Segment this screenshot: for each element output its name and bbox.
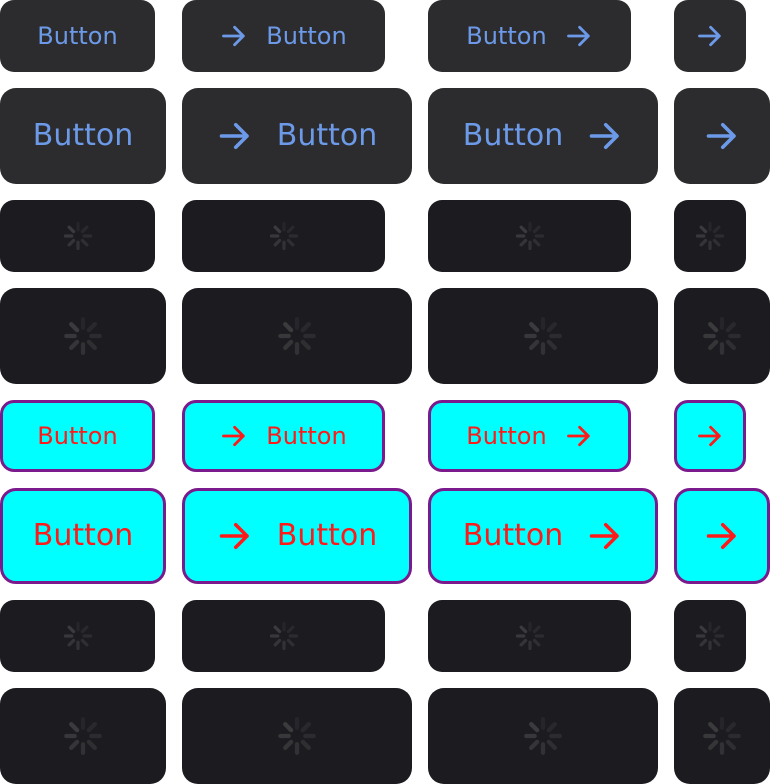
button-label: Button <box>466 22 547 50</box>
loading-large-text-button[interactable] <box>0 288 166 384</box>
loading-large-trailing-icon-button[interactable] <box>428 688 658 784</box>
activity-spinner-icon <box>702 716 742 756</box>
button-label: Button <box>462 118 564 153</box>
arrow-right-icon <box>696 22 724 50</box>
arrow-right-icon <box>565 422 593 450</box>
loading-small-text-button[interactable] <box>0 200 155 272</box>
button-label: Button <box>37 22 118 50</box>
filled-large-text-button[interactable]: Button <box>0 88 166 184</box>
button-label: Button <box>276 518 378 553</box>
activity-spinner-icon <box>695 621 725 651</box>
arrow-right-icon <box>220 22 248 50</box>
highlight-small-leading-icon-button[interactable]: Button <box>182 400 385 472</box>
activity-spinner-icon <box>277 716 317 756</box>
button-label: Button <box>37 422 118 450</box>
highlight-small-trailing-icon-button[interactable]: Button <box>428 400 631 472</box>
button-label: Button <box>32 118 134 153</box>
highlight-large-text-button[interactable]: Button <box>0 488 166 584</box>
loading-large-text-button[interactable] <box>0 688 166 784</box>
highlight-large-icon-only-button[interactable] <box>674 488 770 584</box>
filled-large-leading-icon-button[interactable]: Button <box>182 88 412 184</box>
button-gallery: { "labels": { "button": "Button" }, "ico… <box>0 0 770 784</box>
activity-spinner-icon <box>269 221 299 251</box>
activity-spinner-icon <box>277 316 317 356</box>
button-label: Button <box>266 422 347 450</box>
button-label: Button <box>32 518 134 553</box>
button-label: Button <box>266 22 347 50</box>
arrow-right-icon <box>587 518 623 554</box>
button-label: Button <box>276 118 378 153</box>
arrow-right-icon <box>587 118 623 154</box>
loading-large-trailing-icon-button[interactable] <box>428 288 658 384</box>
arrow-right-icon <box>217 518 253 554</box>
filled-large-trailing-icon-button[interactable]: Button <box>428 88 658 184</box>
button-label: Button <box>466 422 547 450</box>
loading-large-leading-icon-button[interactable] <box>182 688 412 784</box>
arrow-right-icon <box>217 118 253 154</box>
activity-spinner-icon <box>702 316 742 356</box>
loading-large-icon-only-button[interactable] <box>674 688 770 784</box>
arrow-right-icon <box>565 22 593 50</box>
arrow-right-icon <box>704 118 740 154</box>
loading-small-trailing-icon-button[interactable] <box>428 600 631 672</box>
highlight-large-trailing-icon-button[interactable]: Button <box>428 488 658 584</box>
arrow-right-icon <box>696 422 724 450</box>
filled-small-trailing-icon-button[interactable]: Button <box>428 0 631 72</box>
arrow-right-icon <box>704 518 740 554</box>
loading-small-icon-only-button[interactable] <box>674 200 746 272</box>
filled-small-text-button[interactable]: Button <box>0 0 155 72</box>
filled-large-icon-only-button[interactable] <box>674 88 770 184</box>
activity-spinner-icon <box>269 621 299 651</box>
filled-small-icon-only-button[interactable] <box>674 0 746 72</box>
loading-small-leading-icon-button[interactable] <box>182 200 385 272</box>
activity-spinner-icon <box>523 716 563 756</box>
highlight-small-icon-only-button[interactable] <box>674 400 746 472</box>
loading-small-text-button[interactable] <box>0 600 155 672</box>
filled-small-leading-icon-button[interactable]: Button <box>182 0 385 72</box>
highlight-small-text-button[interactable]: Button <box>0 400 155 472</box>
activity-spinner-icon <box>63 621 93 651</box>
activity-spinner-icon <box>63 316 103 356</box>
activity-spinner-icon <box>695 221 725 251</box>
button-label: Button <box>462 518 564 553</box>
activity-spinner-icon <box>515 221 545 251</box>
activity-spinner-icon <box>515 621 545 651</box>
loading-small-leading-icon-button[interactable] <box>182 600 385 672</box>
loading-small-trailing-icon-button[interactable] <box>428 200 631 272</box>
highlight-large-leading-icon-button[interactable]: Button <box>182 488 412 584</box>
activity-spinner-icon <box>523 316 563 356</box>
activity-spinner-icon <box>63 716 103 756</box>
loading-large-icon-only-button[interactable] <box>674 288 770 384</box>
loading-large-leading-icon-button[interactable] <box>182 288 412 384</box>
loading-small-icon-only-button[interactable] <box>674 600 746 672</box>
arrow-right-icon <box>220 422 248 450</box>
activity-spinner-icon <box>63 221 93 251</box>
